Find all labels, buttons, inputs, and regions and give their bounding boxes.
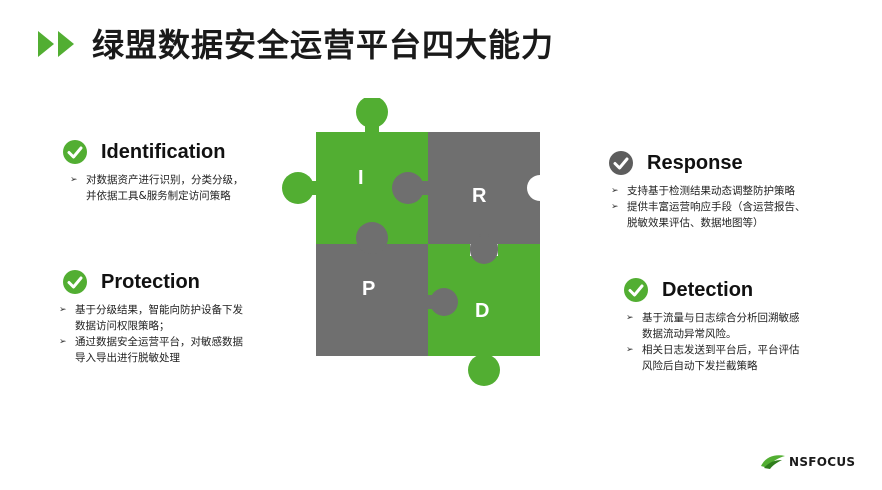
protection-bullets: ➢ 基于分级结果，智能向防护设备下发 数据访问权限策略； ➢ 通过数据安全运营平台，…	[57, 302, 243, 366]
ipdr-puzzle-graphic: I R P D	[282, 98, 552, 386]
bullet-item: ➢ 基于流量与日志综合分析回溯敏感 数据流动异常风险。	[626, 312, 800, 340]
protection-section: Protection ➢ 基于分级结果，智能向防护设备下发 数据访问权限策略； ➢…	[59, 270, 243, 366]
detection-title: Detection	[662, 278, 754, 301]
bullet-item: ➢ 支持基于检测结果动态调整防护策略	[611, 185, 795, 197]
bullet-item: ➢ 相关日志发送到平台后，平台评估 风险后自动下发拦截策略	[626, 344, 800, 372]
bullet-item: ➢ 对数据资产进行识别，分类分级， 并依据工具&服务制定访问策略	[70, 174, 244, 202]
protection-title: Protection	[101, 270, 200, 293]
identification-section: Identification ➢ 对数据资产进行识别，分类分级， 并依据工具&服务…	[63, 140, 244, 204]
nsfocus-leaf-icon	[761, 455, 785, 469]
double-arrow-icon	[38, 31, 74, 57]
response-bullets: ➢ 支持基于检测结果动态调整防护策略 ➢ 提供丰富运营响应手段（含运营报告、 脱敏效…	[609, 183, 806, 231]
response-section: Response ➢ 支持基于检测结果动态调整防护策略 ➢ 提供丰富运营响应手段（含…	[609, 151, 806, 231]
bullet-item: ➢ 提供丰富运营响应手段（含运营报告、 脱敏效果评估、数据地图等）	[611, 201, 806, 229]
bullet-arrow-icon: ➢	[611, 202, 619, 212]
detection-section: Detection ➢ 基于流量与日志综合分析回溯敏感 数据流动异常风险。 ➢ 相关…	[624, 278, 800, 374]
bullet-arrow-icon: ➢	[611, 186, 619, 196]
check-circle-icon	[609, 151, 633, 175]
puzzle-piece-i	[282, 98, 428, 244]
bullet-arrow-icon: ➢	[70, 175, 78, 185]
nsfocus-logo: NSFOCUS	[760, 454, 855, 470]
bullet-item: ➢ 基于分级结果，智能向防护设备下发 数据访问权限策略；	[59, 304, 243, 332]
detection-bullets: ➢ 基于流量与日志综合分析回溯敏感 数据流动异常风险。 ➢ 相关日志发送到平台后，平…	[624, 310, 800, 374]
puzzle-letter-i: I	[358, 167, 364, 189]
puzzle-letter-p: P	[362, 278, 375, 300]
check-circle-icon	[63, 140, 87, 164]
identification-title: Identification	[101, 140, 226, 163]
response-title: Response	[647, 151, 743, 174]
puzzle-letter-d: D	[475, 300, 489, 322]
identification-bullets: ➢ 对数据资产进行识别，分类分级， 并依据工具&服务制定访问策略	[68, 172, 244, 204]
puzzle-tab	[470, 236, 498, 264]
bullet-arrow-icon: ➢	[59, 337, 67, 347]
bullet-item: ➢ 通过数据安全运营平台，对敏感数据 导入导出进行脱敏处理	[59, 336, 243, 364]
bullet-arrow-icon: ➢	[59, 305, 67, 315]
logo-text: NSFOCUS	[789, 455, 856, 469]
puzzle-letter-r: R	[472, 185, 487, 207]
page-title: 绿盟数据安全运营平台四大能力	[92, 26, 555, 64]
bullet-arrow-icon: ➢	[626, 313, 634, 323]
check-circle-icon	[624, 278, 648, 302]
check-circle-icon	[63, 270, 87, 294]
bullet-arrow-icon: ➢	[626, 345, 634, 355]
